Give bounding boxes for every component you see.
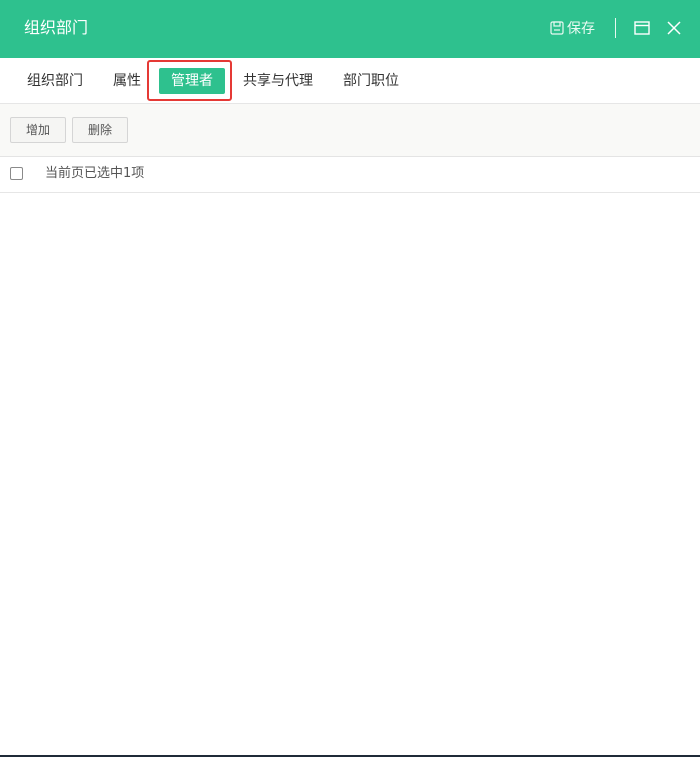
maximize-icon[interactable] [633,19,651,37]
content-area [0,193,700,755]
tab-attributes[interactable]: 属性 [113,68,141,94]
tab-organization-dept[interactable]: 组织部门 [27,68,83,94]
select-all-checkbox[interactable] [10,167,23,180]
add-button[interactable]: 增加 [10,117,66,143]
dialog-header: 组织部门 保存 [0,0,700,58]
toolbar: 增加 删除 [0,104,700,157]
close-icon[interactable] [665,19,683,37]
header-divider [615,18,616,38]
save-icon [550,21,564,35]
tab-managers[interactable]: 管理者 [159,68,225,94]
save-button[interactable]: 保存 [550,18,595,38]
save-label: 保存 [567,21,595,37]
tab-sharing-proxy[interactable]: 共享与代理 [243,68,313,94]
selection-status-text: 当前页已选中1项 [45,166,145,181]
delete-button[interactable]: 删除 [72,117,128,143]
manager-dialog: 组织部门 保存 组织部门 属性 管理者 共享与代理 部门职位 增加 删除 当前页… [0,0,700,757]
dialog-title: 组织部门 [24,18,89,37]
tab-dept-positions[interactable]: 部门职位 [343,68,399,94]
selection-row: 当前页已选中1项 [0,157,700,193]
tab-bar: 组织部门 属性 管理者 共享与代理 部门职位 [0,58,700,104]
